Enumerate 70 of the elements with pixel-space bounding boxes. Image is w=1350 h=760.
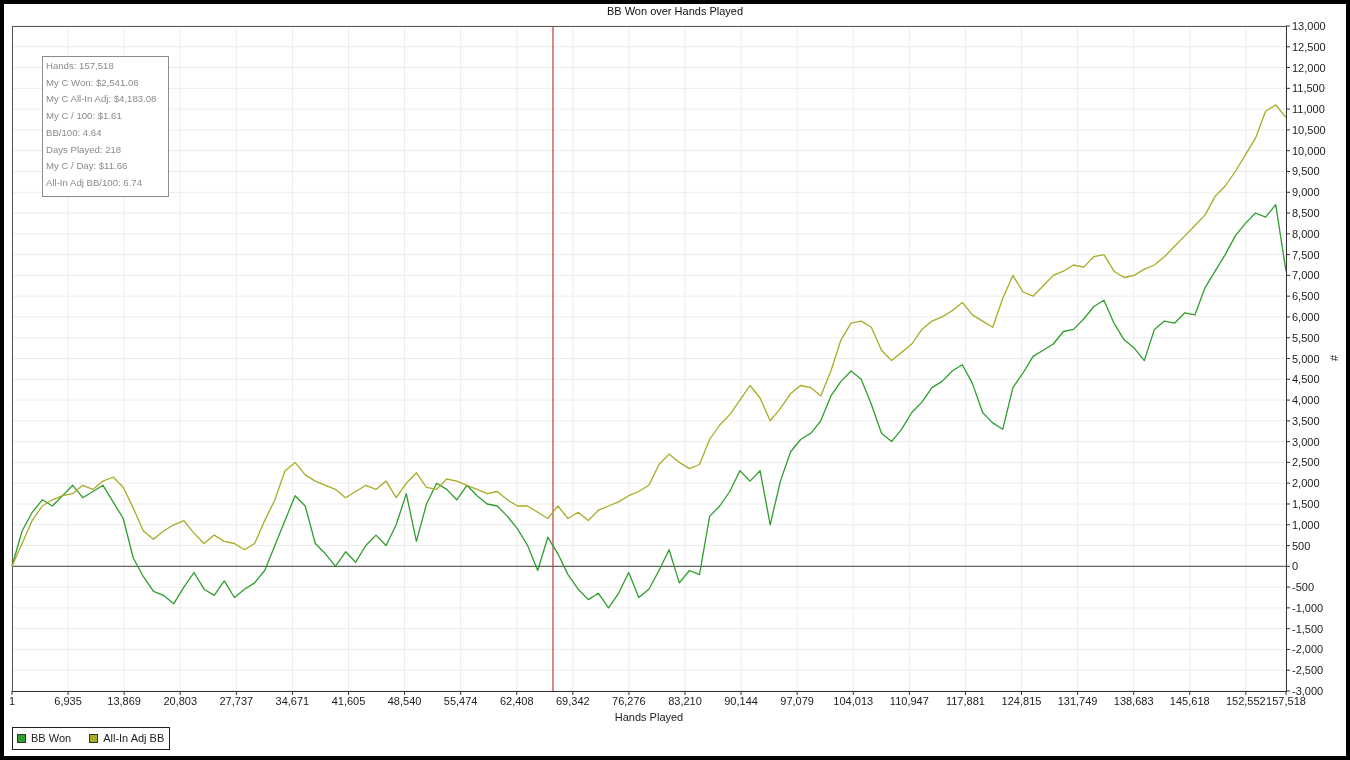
x-tick-label: 157,518 [1266, 695, 1306, 707]
y-tick-label: 3,000 [1292, 435, 1320, 448]
x-tick-label: 62,408 [499, 695, 534, 707]
stats-line: All-In Adj BB/100: 6.74 [46, 175, 142, 190]
y-tick-label: 0 [1292, 560, 1299, 573]
x-tick-label: 110,947 [889, 695, 929, 707]
x-tick-label: 90,144 [724, 695, 758, 707]
x-tick-label: 152,552 [1225, 695, 1266, 707]
x-tick-label: 34,671 [275, 695, 310, 707]
y-tick-label: 9,000 [1292, 186, 1320, 199]
x-tick-label: 97,079 [780, 695, 814, 707]
y-axis-title: # [1328, 354, 1340, 362]
x-tick-label: 124,815 [1001, 695, 1042, 707]
x-tick-label: 104,013 [833, 695, 874, 707]
y-tick-label: 10,500 [1292, 123, 1326, 136]
x-tick-label: 138,683 [1113, 695, 1154, 707]
x-tick-label: 76,276 [612, 695, 646, 707]
x-tick-label: 20,803 [163, 695, 198, 707]
chart-title: BB Won over Hands Played [606, 4, 744, 19]
x-tick-label: 131,749 [1057, 695, 1098, 707]
y-tick-label: 10,000 [1292, 144, 1326, 157]
legend-label: All-In Adj BB [103, 732, 165, 745]
x-tick-label: 83,210 [668, 695, 702, 707]
x-tick-label: 27,737 [219, 695, 254, 707]
x-tick-label: 69,342 [556, 695, 590, 707]
y-tick-label: 6,000 [1292, 310, 1320, 323]
y-tick-label: 6,500 [1292, 290, 1320, 303]
y-tick-label: -500 [1292, 581, 1315, 594]
y-tick-label: -2,500 [1292, 664, 1324, 677]
y-tick-label: 1,500 [1292, 497, 1320, 510]
stats-line: My C / 100: $1.61 [46, 109, 122, 124]
stats-line: My C / Day: $11.66 [46, 159, 128, 174]
stats-line: BB/100: 4.64 [46, 125, 102, 140]
x-tick-label: 117,881 [945, 695, 985, 707]
y-tick-label: -1,500 [1292, 622, 1324, 635]
y-tick-label: 13,000 [1292, 22, 1326, 32]
y-tick-label: 11,500 [1292, 82, 1325, 95]
y-tick-label: 500 [1292, 539, 1311, 552]
y-tick-label: 12,500 [1292, 40, 1326, 53]
stats-line: Hands: 157,518 [46, 59, 114, 73]
x-tick-label: 55,474 [443, 695, 478, 707]
y-tick-label: -3,000 [1292, 685, 1324, 697]
legend-label: BB Won [31, 732, 72, 745]
y-tick-label: 1,000 [1292, 518, 1320, 531]
y-tick-label: 4,500 [1292, 373, 1320, 386]
stats-line: My C Won: $2,541.08 [46, 75, 139, 90]
y-tick-label: 5,000 [1292, 352, 1320, 365]
y-tick-label: 12,000 [1292, 61, 1326, 74]
x-tick-label: 48,540 [387, 695, 422, 707]
y-tick-label: -1,000 [1292, 601, 1324, 614]
y-tick-label: 11,000 [1292, 103, 1325, 116]
x-tick-label: 13,869 [107, 695, 141, 707]
x-tick-label: 145,618 [1169, 695, 1210, 707]
stats-line: My C All-In Adj: $4,183.08 [46, 92, 157, 107]
x-tick-label: 6,935 [54, 695, 82, 707]
x-tick-label: 41,605 [331, 695, 366, 707]
y-tick-label: 5,500 [1292, 331, 1320, 344]
y-tick-label: 8,500 [1292, 207, 1320, 220]
y-tick-label: 7,500 [1292, 248, 1320, 261]
y-tick-label: 9,500 [1292, 165, 1320, 178]
x-axis-title: Hands Played [614, 711, 684, 723]
y-tick-label: 2,000 [1292, 477, 1320, 490]
y-tick-label: 4,000 [1292, 394, 1320, 407]
x-tick-label: 1 [8, 695, 16, 707]
y-tick-label: 8,000 [1292, 227, 1320, 240]
y-tick-label: 3,500 [1292, 414, 1320, 427]
y-tick-label: 2,500 [1292, 456, 1320, 469]
stats-line: Days Played: 218 [46, 142, 122, 157]
y-tick-label: -2,000 [1292, 643, 1324, 656]
y-tick-label: 7,000 [1292, 269, 1320, 282]
